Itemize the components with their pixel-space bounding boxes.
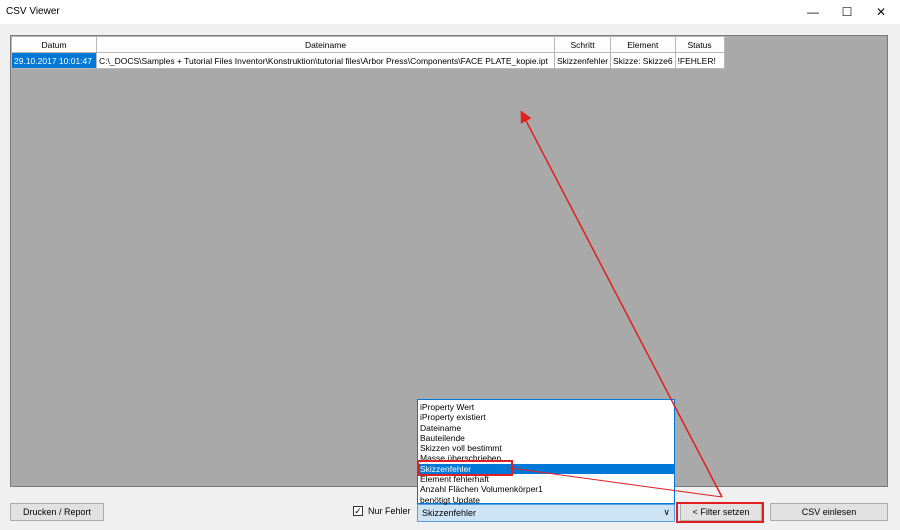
highlight-box-selected-item xyxy=(417,460,513,476)
highlight-box-filter-button xyxy=(676,502,764,523)
annotation-arrow xyxy=(520,110,723,498)
annotation-connector xyxy=(509,467,723,498)
annotation-overlay xyxy=(417,110,764,523)
